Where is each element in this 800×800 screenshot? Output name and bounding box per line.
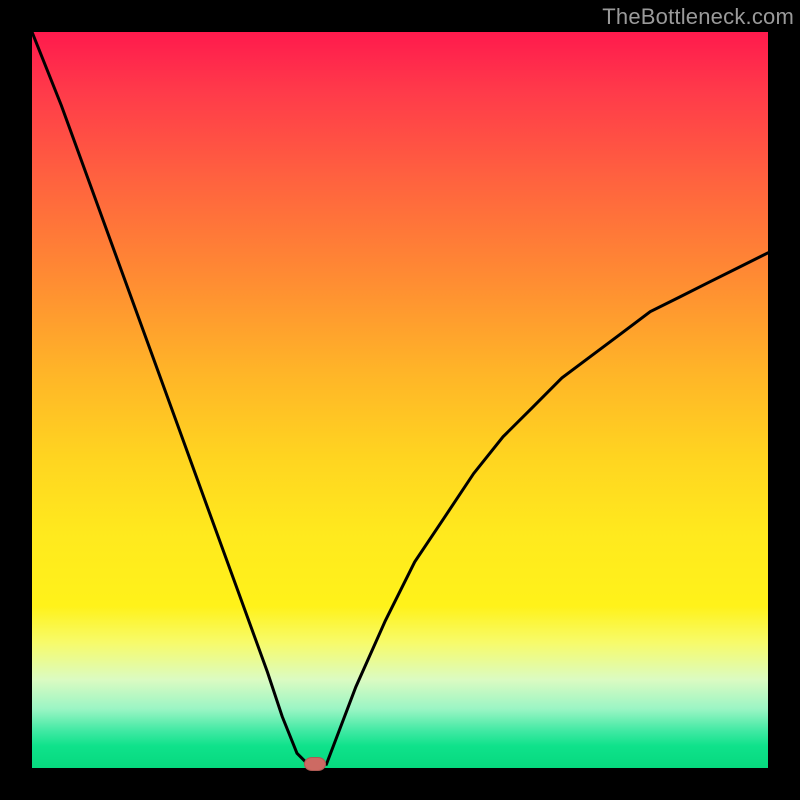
- chart-frame: TheBottleneck.com: [0, 0, 800, 800]
- plot-area: [32, 32, 768, 768]
- watermark-text: TheBottleneck.com: [602, 4, 794, 30]
- min-marker: [304, 757, 326, 771]
